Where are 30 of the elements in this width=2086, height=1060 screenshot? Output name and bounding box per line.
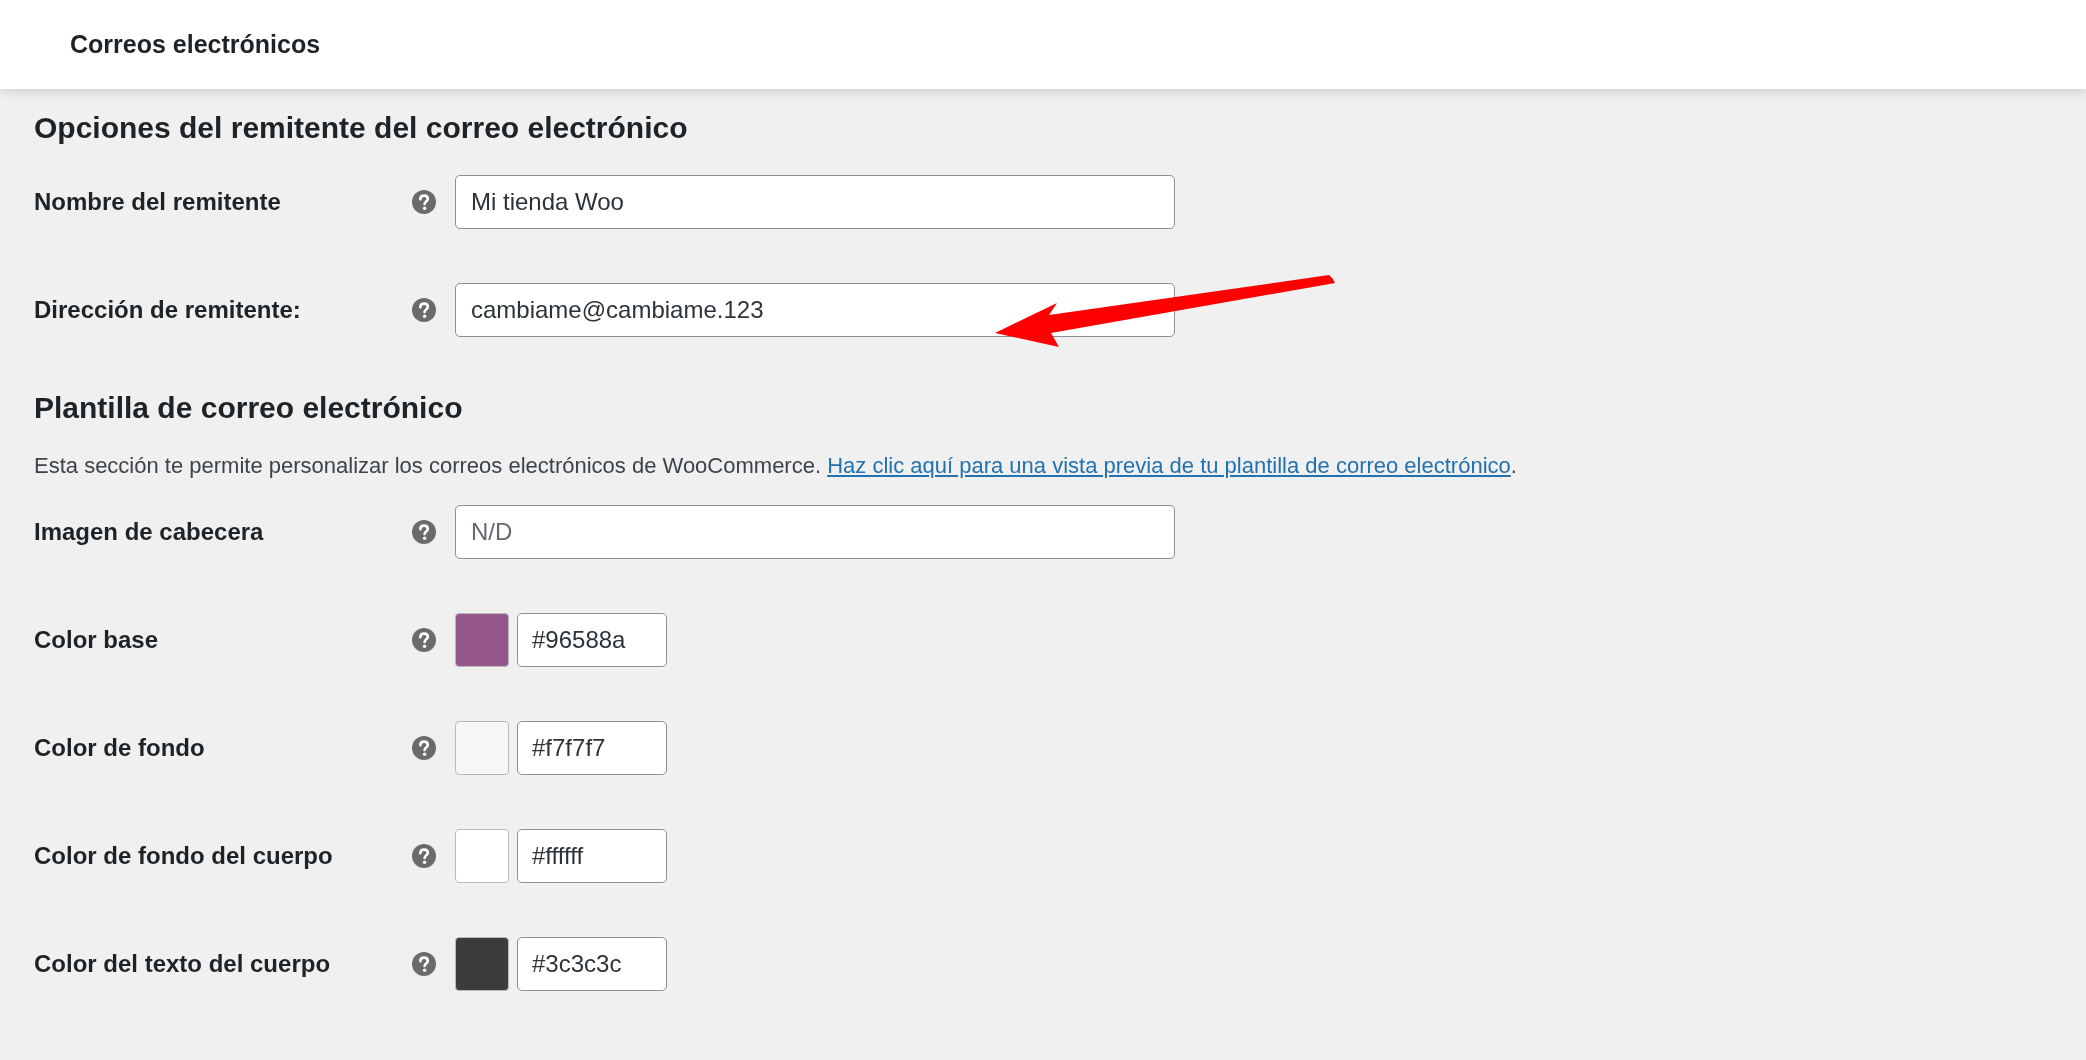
field-label: Color de fondo [34,734,206,762]
color-hex-field[interactable]: #f7f7f7 [517,721,667,775]
page-title: Correos electrónicos [70,30,321,59]
help-icon[interactable] [412,844,436,868]
help-icon[interactable] [412,190,436,214]
field-label: Nombre del remitente [34,188,282,216]
help-icon[interactable] [412,628,436,652]
text-input-field[interactable]: cambiame@cambiame.123 [455,283,1175,337]
section-heading: Opciones del remitente del correo electrónico [34,111,689,145]
preview-link[interactable]: Haz clic aquí para una vista previa de tu plantilla de correo electrónico [827,453,1511,478]
help-icon[interactable] [412,952,436,976]
section-heading: Plantilla de correo electrónico [34,391,464,425]
color-hex-field[interactable]: #ffffff [517,829,667,883]
help-icon[interactable] [412,520,436,544]
color-swatch[interactable] [455,721,509,775]
color-hex-field[interactable]: #96588a [517,613,667,667]
text-input-field[interactable]: N/D [455,505,1175,559]
color-swatch[interactable] [455,613,509,667]
text-input-field[interactable]: Mi tienda Woo [455,175,1175,229]
color-hex-field[interactable]: #3c3c3c [517,937,667,991]
field-label: Color del texto del cuerpo [34,950,332,978]
field-label: Dirección de remitente: [34,296,302,324]
section-description: Esta sección te permite personalizar los correos electrónicos de WooCommerce. Haz clic aquí para una vista previa de tu plantilla de correo electrónico. [34,453,1518,479]
help-icon[interactable] [412,298,436,322]
field-label: Imagen de cabecera [34,518,265,546]
color-swatch[interactable] [455,829,509,883]
field-label: Color de fondo del cuerpo [34,842,334,870]
color-swatch[interactable] [455,937,509,991]
help-icon[interactable] [412,736,436,760]
field-label: Color base [34,626,160,654]
